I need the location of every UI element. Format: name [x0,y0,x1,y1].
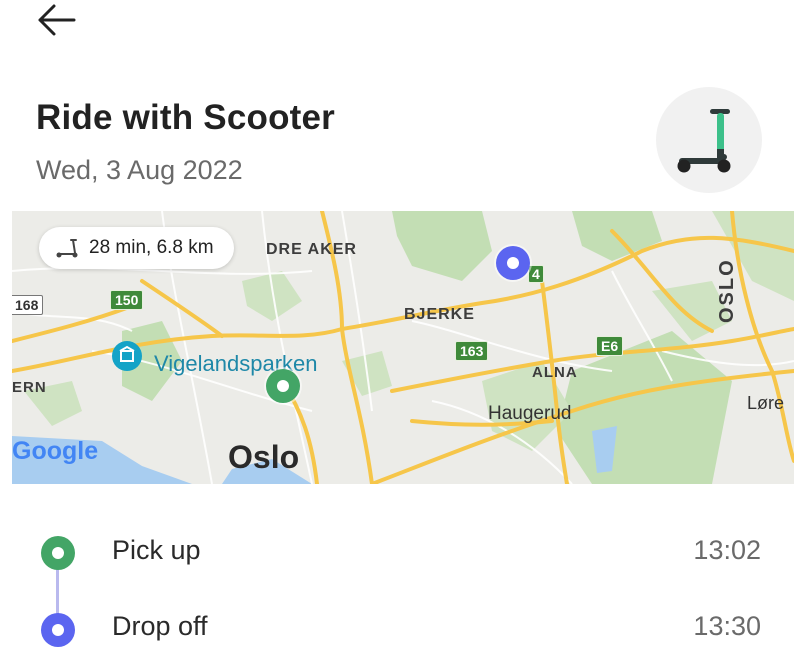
map-label-bjerke: BJERKE [404,306,475,323]
trip-date: Wed, 3 Aug 2022 [36,155,243,185]
page-title: Ride with Scooter [36,98,335,137]
timeline-connector [56,568,59,614]
road-shield-e6: E6 [596,336,624,356]
road-shield-4: 4 [528,265,544,283]
road-shield-163: 163 [455,341,489,361]
map-label-alna: ALNA [532,364,578,381]
route-summary-pill: 28 min, 6.8 km [39,227,234,269]
pickup-time: 13:02 [693,535,761,565]
dropoff-time: 13:30 [693,611,761,641]
map-label-nordre-aker: DRE AKER [266,241,357,258]
pickup-label: Pick up [112,535,201,565]
scooter-icon [677,109,731,173]
pickup-dot-icon [41,536,75,570]
dropoff-map-pin[interactable] [496,246,530,280]
map-label-oslo: Oslo [228,439,300,475]
route-map[interactable]: DRE AKER BJERKE ALNA Haugerud Oslo OSLO … [12,211,794,484]
dropoff-label: Drop off [112,611,208,641]
road-shield-150: 150 [110,290,144,310]
arrow-left-icon [38,4,76,36]
dropoff-dot-icon [41,613,75,647]
route-summary-text: 28 min, 6.8 km [89,237,214,258]
map-label-haugerud: Haugerud [488,403,572,424]
map-label-lore: Løre [747,393,785,413]
vehicle-avatar [656,87,762,193]
road-shield-168: 168 [12,295,44,315]
scooter-icon [56,239,78,258]
back-button[interactable] [34,0,82,40]
map-label-oslo-vertical: OSLO [716,258,738,323]
museum-icon [112,341,142,371]
google-logo: Google [12,437,99,465]
map-label-ern: ERN [12,379,47,396]
pickup-map-pin[interactable] [266,369,300,403]
